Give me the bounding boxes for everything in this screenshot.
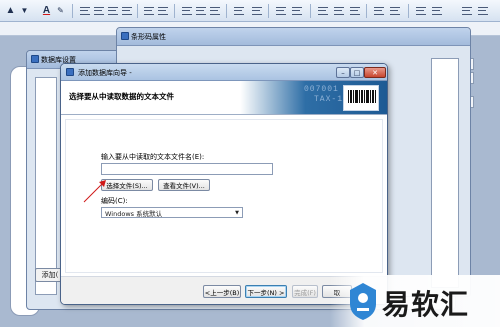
- wizard-header: 选择要从中读取数据的文本文件 007001 TAX-1-: [61, 81, 387, 115]
- encoding-select[interactable]: Windows 系统默认 ▼: [101, 207, 243, 218]
- rotate-icon[interactable]: [334, 7, 344, 15]
- align-left-icon[interactable]: [80, 7, 90, 15]
- formatting-toolbar: ▲ ▼ A ✎: [0, 0, 500, 22]
- lock-icon[interactable]: [432, 7, 442, 15]
- align-right-icon[interactable]: [108, 7, 118, 15]
- annotation-arrow-icon: [83, 180, 106, 203]
- database-list[interactable]: [35, 77, 57, 295]
- finish-button: 完成(F): [292, 285, 318, 298]
- increase-font-icon[interactable]: ▲: [4, 4, 17, 17]
- group-icon[interactable]: [374, 7, 384, 15]
- file-name-label: 输入要从中读取的文本文件名(E):: [101, 153, 205, 161]
- align-center-icon[interactable]: [94, 7, 104, 15]
- separator: [72, 4, 73, 18]
- app-icon: [66, 68, 74, 76]
- align-middle-icon[interactable]: [158, 7, 168, 15]
- properties-panel: [431, 58, 459, 288]
- indent-icon[interactable]: [182, 7, 192, 15]
- separator: [137, 4, 138, 18]
- separator: [310, 4, 311, 18]
- line-spacing-icon[interactable]: [234, 7, 244, 15]
- separator: [226, 4, 227, 18]
- separator: [174, 4, 175, 18]
- maximize-button[interactable]: □: [350, 67, 364, 78]
- encoding-selected-value: Windows 系统默认: [105, 209, 163, 218]
- order-icon[interactable]: [416, 7, 426, 15]
- char-spacing-icon[interactable]: [252, 7, 262, 15]
- justify-icon[interactable]: [122, 7, 132, 15]
- file-name-input[interactable]: [101, 163, 273, 175]
- watermark-text: 易软汇: [382, 288, 470, 321]
- wizard-step-title: 选择要从中读取数据的文本文件: [69, 92, 174, 101]
- chevron-down-icon[interactable]: ▼: [233, 209, 241, 216]
- flip-icon[interactable]: [350, 7, 360, 15]
- separator: [268, 4, 269, 18]
- minimize-button[interactable]: –: [336, 67, 350, 78]
- wizard-title: 添加数据库向导 -: [78, 69, 132, 77]
- decrease-font-icon[interactable]: ▼: [18, 4, 31, 17]
- back-button[interactable]: <上一步(B): [203, 285, 241, 298]
- barcode-icon: [343, 85, 379, 111]
- more-icon[interactable]: [462, 7, 472, 15]
- options-icon[interactable]: [478, 7, 488, 15]
- separator: [366, 4, 367, 18]
- window-title: 条形码属性: [131, 33, 166, 41]
- list-icon[interactable]: [210, 7, 220, 15]
- app-icon: [31, 55, 39, 63]
- outdent-icon[interactable]: [196, 7, 206, 15]
- watermark: 易软汇: [330, 275, 500, 327]
- ungroup-icon[interactable]: [390, 7, 400, 15]
- next-button[interactable]: 下一步(N) >: [245, 285, 287, 298]
- align-top-icon[interactable]: [144, 7, 154, 15]
- header-art-text: 007001: [304, 85, 339, 94]
- border-icon[interactable]: [276, 7, 286, 15]
- close-button[interactable]: ✕: [364, 67, 386, 78]
- wrap-icon[interactable]: [318, 7, 328, 15]
- wizard-titlebar[interactable]: 添加数据库向导 - – □ ✕: [61, 64, 387, 81]
- view-file-button[interactable]: 查看文件(V)...: [158, 179, 210, 191]
- separator: [408, 4, 409, 18]
- font-color-icon[interactable]: A: [40, 4, 53, 17]
- shading-icon[interactable]: [292, 7, 302, 15]
- window-titlebar[interactable]: 条形码属性: [117, 28, 470, 46]
- app-icon: [121, 32, 129, 40]
- watermark-logo-icon: [350, 283, 376, 320]
- highlight-icon[interactable]: ✎: [54, 4, 67, 17]
